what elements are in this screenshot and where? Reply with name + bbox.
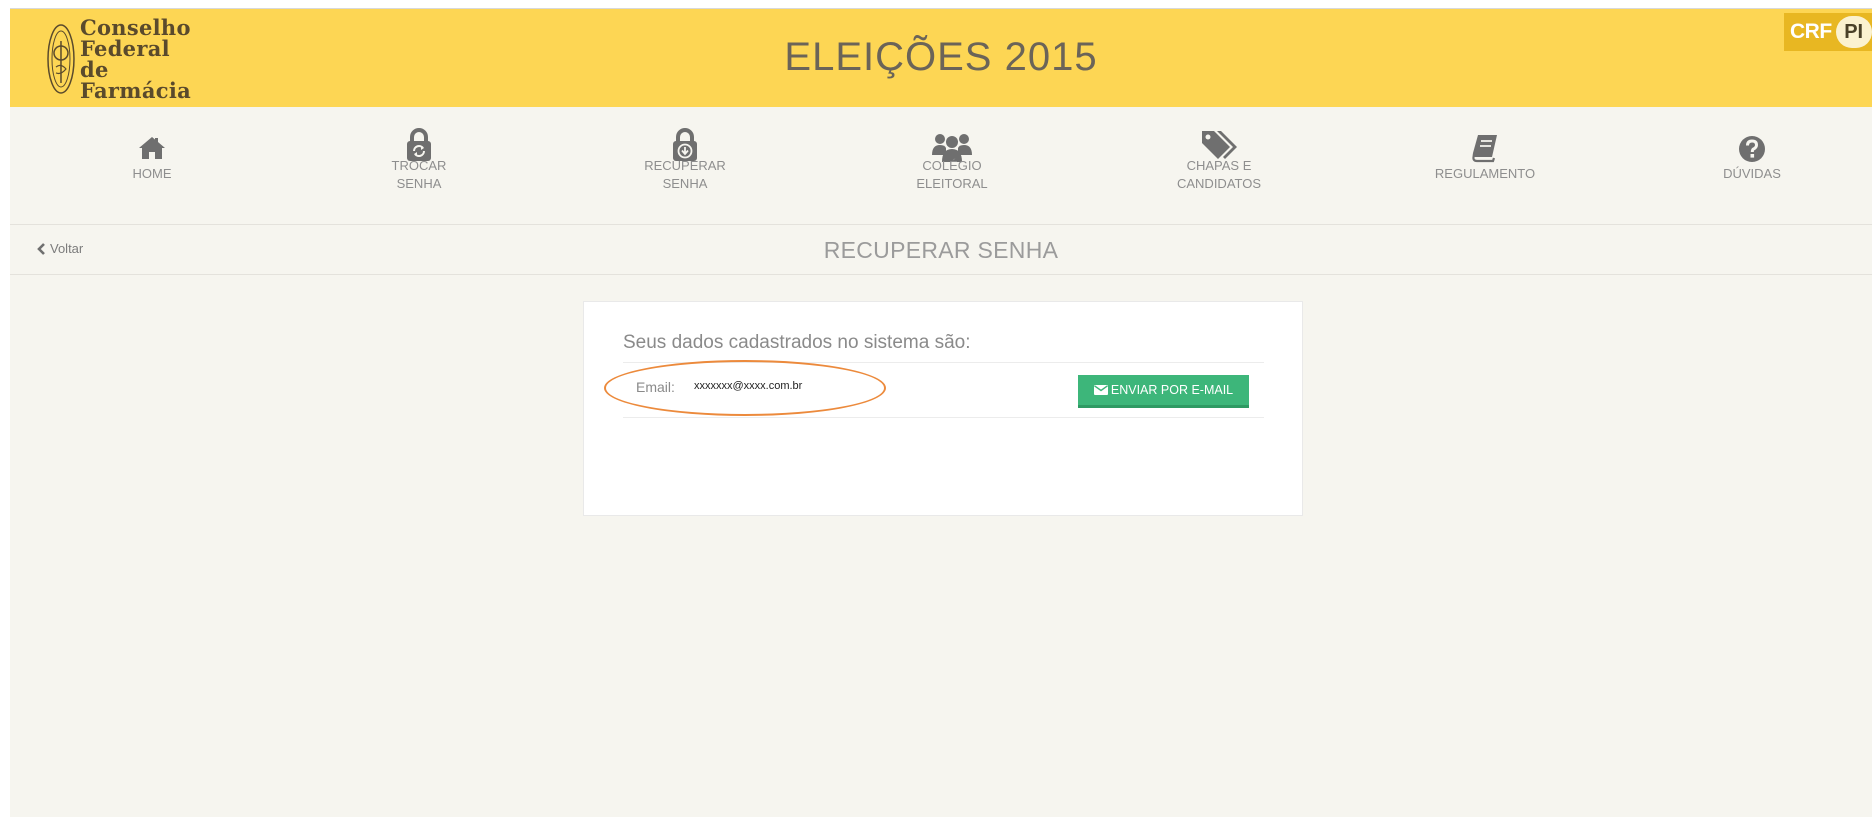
- nav-label: CHAPAS E: [1186, 158, 1252, 173]
- crf-badge: CRF PI: [1784, 13, 1872, 51]
- subheader-bar: Voltar RECUPERAR SENHA: [10, 225, 1872, 275]
- nav-item-home[interactable]: HOME: [62, 107, 242, 225]
- header: Conselho Federal de Farmácia ELEIÇÕES 20…: [10, 9, 1872, 107]
- nav-label: SENHA: [396, 176, 442, 191]
- crf-badge-text: CRF: [1790, 20, 1832, 43]
- send-email-button[interactable]: ENVIAR POR E-MAIL: [1078, 375, 1249, 408]
- crf-badge-state: PI: [1835, 16, 1872, 48]
- nav-label: COLÉGIO: [922, 158, 982, 173]
- divider: [623, 417, 1264, 418]
- nav-label: SENHA: [662, 176, 708, 191]
- send-email-button-label: ENVIAR POR E-MAIL: [1110, 383, 1234, 397]
- home-icon: [139, 137, 165, 159]
- nav-item-colegio-eleitoral[interactable]: COLÉGIO ELEITORAL: [862, 107, 1042, 225]
- page-title: RECUPERAR SENHA: [823, 237, 1059, 263]
- page-heading: ELEIÇÕES 2015: [784, 35, 1098, 79]
- nav-item-trocar-senha[interactable]: TROCAR SENHA: [329, 107, 509, 225]
- main-nav: HOME TROCAR SENHA RECUPERAR SENHA COLÉGI…: [10, 107, 1872, 225]
- nav-item-regulamento[interactable]: REGULAMENTO: [1395, 107, 1575, 225]
- recovery-card: Seus dados cadastrados no sistema são: E…: [583, 301, 1303, 516]
- card-heading: Seus dados cadastrados no sistema são:: [623, 332, 971, 353]
- divider: [623, 362, 1264, 363]
- nav-item-duvidas[interactable]: DÚVIDAS: [1662, 107, 1842, 225]
- nav-label: RECUPERAR: [644, 158, 726, 173]
- nav-label: CANDIDATOS: [1176, 176, 1262, 191]
- nav-label: REGULAMENTO: [1434, 166, 1536, 181]
- nav-label: ELEITORAL: [916, 176, 988, 191]
- app-frame: Conselho Federal de Farmácia ELEIÇÕES 20…: [10, 8, 1872, 817]
- email-label: Email:: [636, 379, 675, 395]
- nav-item-recuperar-senha[interactable]: RECUPERAR SENHA: [595, 107, 775, 225]
- logo-line: Farmácia: [79, 78, 191, 103]
- nav-label: DÚVIDAS: [1723, 166, 1781, 181]
- nav-label: TROCAR: [391, 158, 447, 173]
- envelope-icon: [1093, 385, 1108, 395]
- book-icon: [1472, 135, 1497, 163]
- email-value: xxxxxxx@xxxx.com.br: [694, 380, 803, 392]
- nav-label: HOME: [132, 166, 172, 181]
- nav-item-chapas-candidatos[interactable]: CHAPAS E CANDIDATOS: [1129, 107, 1309, 225]
- question-circle-icon: [1739, 136, 1765, 162]
